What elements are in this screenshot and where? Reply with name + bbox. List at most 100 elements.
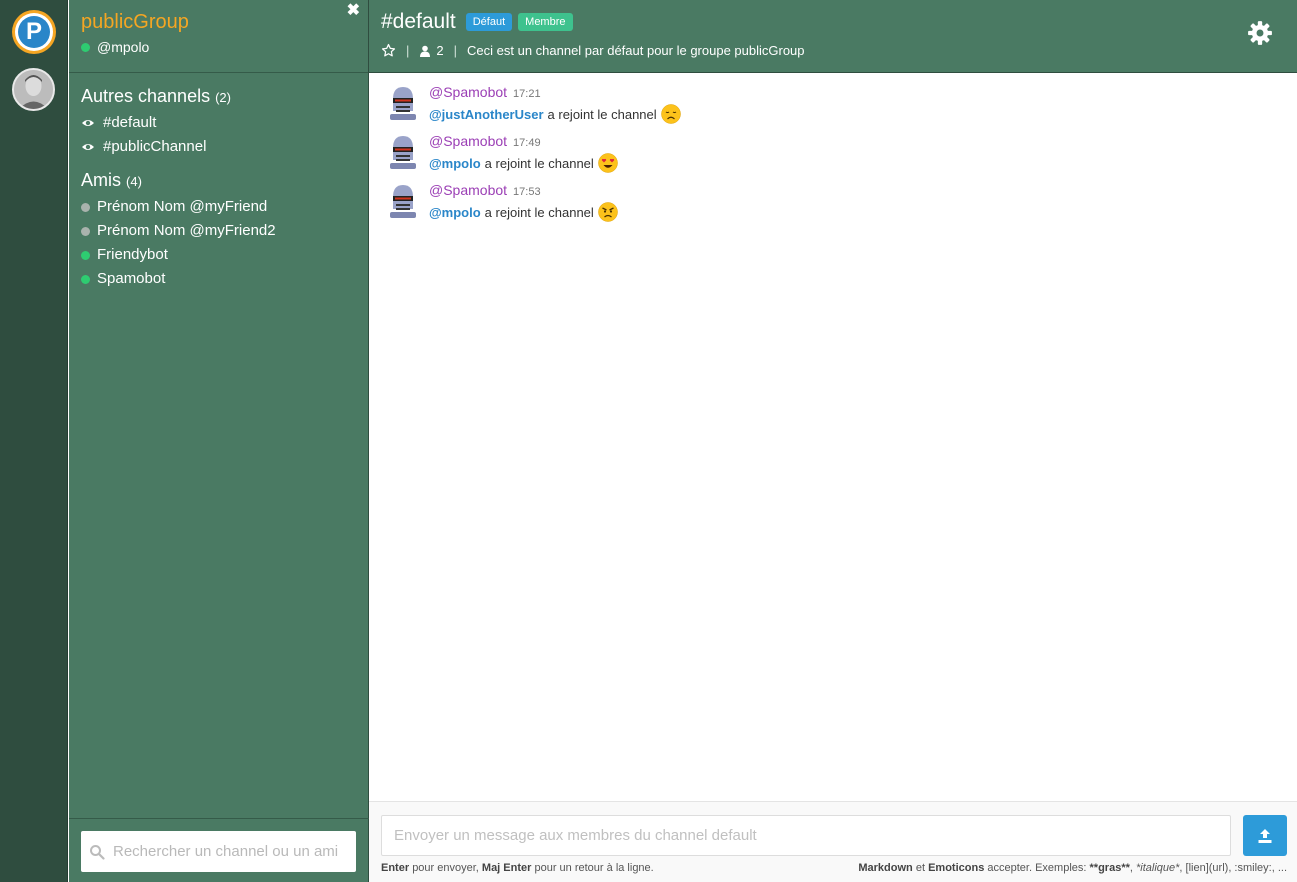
keyboard-hint: Enter pour envoyer, Maj Enter pour un re… [381,862,654,874]
user-icon [420,45,431,57]
gear-icon[interactable] [1247,20,1273,46]
friend-label: Prénom Nom @myFriend [97,198,268,215]
message-text: a rejoint le channel [484,155,594,171]
message-body: @Spamobot 17:53 @mpolo a rejoint le chann… [429,181,618,230]
message-author[interactable]: @Spamobot [429,182,507,198]
online-status-icon [81,250,90,260]
sidebar-item-friend[interactable]: Spamobot [81,267,356,291]
meta-separator: | [453,43,458,58]
sidebar-item-friend[interactable]: Prénom Nom @myFriend [81,195,356,219]
friends-title: Amis [81,170,121,190]
upload-icon [1258,828,1272,843]
formatting-hint: Markdown et Emoticons accepter. Exemples… [858,862,1287,874]
italic-example: *italique* [1136,862,1180,874]
message-item: @Spamobot 17:21 @justAnotherUser a rejoin… [387,83,1279,132]
accept-text: accepter. Exemples: [987,862,1087,874]
channels-section-title: Autres channels (2) [81,83,356,111]
group-logo-ring: P [15,13,53,51]
search-input[interactable] [111,842,341,861]
eye-icon [82,120,94,126]
sidebar-item-friend[interactable]: Prénom Nom @myFriend2 [81,219,356,243]
sidebar-footer [69,818,369,882]
user-avatar[interactable] [12,68,55,111]
channel-meta: | 2 | Ceci est un channel par défaut pou… [381,43,1285,58]
friend-label: Spamobot [97,270,166,287]
star-icon[interactable] [381,43,396,58]
message-body: @Spamobot 17:49 @mpolo a rejoint le chann… [429,132,618,181]
robot-avatar-icon [390,185,416,218]
sidebar: publicGroup @mpolo ✖ Autres channels (2)… [69,0,369,882]
search-box [81,831,356,872]
channel-title-row: #default Défaut Membre [381,9,1285,35]
channel-label: #default [103,114,157,131]
friend-label: Prénom Nom @myFriend2 [97,222,276,239]
eye-icon [82,144,94,150]
channel-header: #default Défaut Membre | 2 | Ceci est un… [369,0,1297,73]
offline-status-icon [81,202,90,212]
other-examples: , [lien](url), :smiley:, ... [1179,862,1287,874]
user-avatar-icon [14,70,53,109]
send-button[interactable] [1243,815,1287,856]
sidebar-item-friend[interactable]: Friendybot [81,243,356,267]
message-line: @mpolo a rejoint le channel [429,202,618,222]
user-mention[interactable]: @justAnotherUser [429,107,544,122]
sidebar-item-channel-default[interactable]: #default [81,111,356,135]
message-author[interactable]: @Spamobot [429,84,507,100]
disappointed-face-icon [660,104,681,124]
group-rail: P [0,0,68,882]
sidebar-item-channel-public[interactable]: #publicChannel [81,135,356,159]
shift-enter-hint-text: pour un retour à la ligne. [534,862,654,874]
user-mention[interactable]: @mpolo [429,205,481,220]
channel-description: Ceci est un channel par défaut pour le g… [467,43,805,58]
message-input[interactable] [381,815,1231,856]
robot-avatar-icon [390,87,416,120]
group-logo[interactable]: P [12,10,56,54]
meta-separator: | [406,43,410,58]
message-time: 17:53 [513,186,541,198]
friends-section-title: Amis (4) [81,167,356,195]
message-item: @Spamobot 17:53 @mpolo a rejoint le chann… [387,181,1279,230]
bold-example: **gras** [1089,862,1130,874]
shift-enter-key-hint: Maj Enter [481,862,532,874]
friend-label: Friendybot [97,246,168,263]
member-badge: Membre [518,13,573,31]
message-time: 17:21 [513,88,541,100]
current-user-name: @mpolo [97,39,150,55]
default-badge: Défaut [465,13,513,31]
message-line: @justAnotherUser a rejoint le channel [429,104,681,124]
current-user: @mpolo [81,39,356,55]
robot-avatar-icon [390,136,416,169]
emoticons-hint: Emoticons [928,862,985,874]
angry-face-icon [598,202,618,222]
message-author[interactable]: @Spamobot [429,133,507,149]
message-item: @Spamobot 17:49 @mpolo a rejoint le chann… [387,132,1279,181]
heart-eyes-face-icon [598,153,618,173]
message-text: a rejoint le channel [547,106,657,122]
message-line: @mpolo a rejoint le channel [429,153,618,173]
member-count[interactable]: 2 [436,43,443,58]
and-text: et [915,862,926,874]
message-composer: Enter pour envoyer, Maj Enter pour un re… [369,801,1297,882]
markdown-hint: Markdown [858,862,913,874]
message-list: @Spamobot 17:21 @justAnotherUser a rejoin… [369,73,1297,801]
message-text: a rejoint le channel [484,204,594,220]
composer-hints: Enter pour envoyer, Maj Enter pour un re… [381,862,1287,874]
enter-key-hint: Enter [381,862,410,874]
sidebar-body: Autres channels (2) #default #publicChan… [69,73,368,299]
online-status-icon [81,42,90,52]
friends-count: (4) [126,174,142,189]
user-mention[interactable]: @mpolo [429,156,481,171]
channel-label: #publicChannel [103,138,207,155]
close-icon[interactable]: ✖ [347,0,360,20]
online-status-icon [81,274,90,284]
message-body: @Spamobot 17:21 @justAnotherUser a rejoin… [429,83,681,132]
group-name[interactable]: publicGroup [81,10,356,34]
channel-title: #default [381,10,456,33]
channels-title: Autres channels [81,86,211,106]
channels-count: (2) [215,90,231,105]
sidebar-header: publicGroup @mpolo ✖ [69,0,368,73]
group-logo-letter: P [18,16,50,48]
message-time: 17:49 [513,137,541,149]
search-icon [90,844,105,860]
enter-hint-text: pour envoyer, [412,862,479,874]
